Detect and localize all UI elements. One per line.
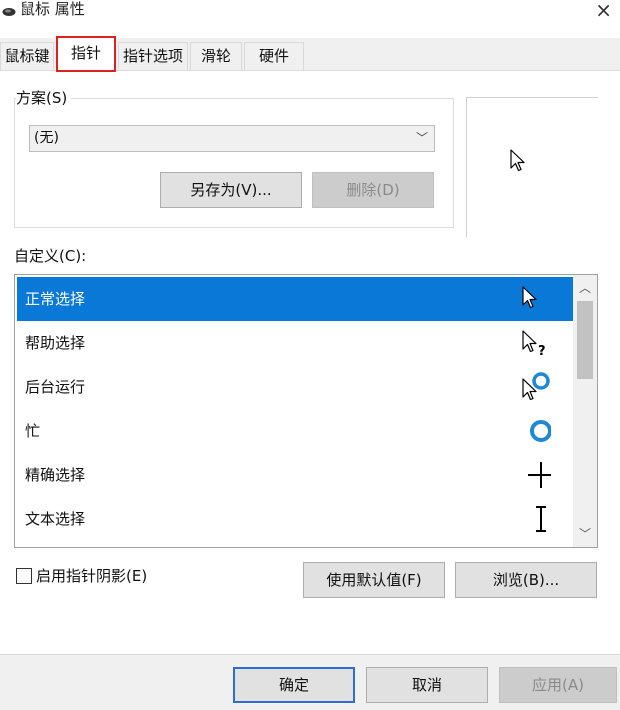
tab-mouse-buttons[interactable]: 鼠标键	[0, 42, 54, 70]
cancel-button[interactable]: 取消	[366, 667, 488, 703]
scheme-group	[14, 98, 454, 228]
pointer-shadow-checkbox[interactable]	[16, 568, 32, 584]
svg-text:?: ?	[538, 344, 546, 359]
busy-cursor-icon	[530, 420, 551, 442]
window-title: 鼠标 属性	[20, 0, 85, 18]
cursor-list[interactable]: 正常选择 帮助选择 ? 后台运行 忙 精确选择 文本选择 ︿ ﹀	[14, 274, 598, 548]
browse-button[interactable]: 浏览(B)...	[455, 562, 597, 598]
precision-select-cursor-icon	[528, 462, 551, 488]
list-item[interactable]: 正常选择	[17, 277, 573, 321]
scroll-down-icon[interactable]: ﹀	[573, 523, 597, 545]
customize-label: 自定义(C):	[14, 247, 87, 265]
scheme-dropdown-value: (无)	[34, 130, 59, 146]
close-icon[interactable]: ×	[595, 0, 612, 20]
scrollbar-thumb[interactable]	[577, 301, 593, 379]
list-item[interactable]: 帮助选择 ?	[17, 321, 573, 365]
list-item-label: 帮助选择	[25, 334, 86, 352]
list-item[interactable]: 忙	[17, 409, 573, 453]
scheme-dropdown[interactable]: (无) ﹀	[29, 125, 435, 152]
list-item[interactable]: 精确选择	[17, 453, 573, 497]
ok-button[interactable]: 确定	[233, 667, 355, 703]
save-as-button[interactable]: 另存为(V)...	[160, 172, 302, 208]
help-select-cursor-icon: ?	[522, 330, 546, 359]
cursor-preview	[466, 97, 598, 237]
list-item[interactable]: 后台运行	[17, 365, 573, 409]
list-item-label: 后台运行	[25, 378, 86, 396]
list-item[interactable]: 文本选择	[17, 497, 573, 541]
use-default-button[interactable]: 使用默认值(F)	[303, 562, 445, 598]
working-in-background-cursor-icon	[522, 372, 550, 401]
chevron-down-icon: ﹀	[415, 131, 428, 145]
apply-button[interactable]: 应用(A)	[499, 667, 617, 703]
scroll-up-icon[interactable]: ︿	[573, 277, 597, 299]
pointer-shadow-label: 启用指针阴影(E)	[36, 567, 148, 585]
list-item-label: 文本选择	[25, 510, 86, 528]
tab-pointer-options[interactable]: 指针选项	[118, 42, 188, 70]
arrow-cursor-icon	[510, 149, 525, 172]
tab-pointers[interactable]: 指针	[56, 36, 116, 72]
tab-wheel[interactable]: 滑轮	[190, 42, 242, 70]
text-select-cursor-icon	[536, 506, 546, 532]
mouse-icon	[2, 8, 16, 16]
tab-hardware[interactable]: 硬件	[244, 42, 304, 70]
scheme-label: 方案(S)	[16, 88, 72, 108]
list-item-label: 精确选择	[25, 466, 86, 484]
normal-select-cursor-icon	[522, 286, 537, 309]
vertical-scrollbar[interactable]: ︿ ﹀	[573, 275, 597, 547]
list-item-label: 正常选择	[25, 290, 86, 308]
delete-button[interactable]: 删除(D)	[312, 172, 434, 208]
title-bar: 鼠标 属性 ×	[0, 0, 620, 30]
list-item-label: 忙	[25, 422, 41, 440]
